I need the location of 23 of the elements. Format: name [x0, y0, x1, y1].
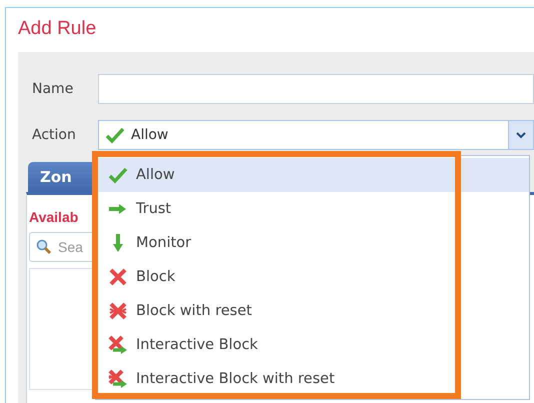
dropdown-option[interactable]: Allow	[96, 158, 529, 192]
cross-icon	[108, 267, 128, 287]
dialog-title: Add Rule	[18, 18, 98, 41]
action-value: Allow	[131, 127, 168, 143]
action-select[interactable]: Allow	[98, 120, 534, 150]
dropdown-option[interactable]: Trust	[96, 192, 529, 226]
search-icon	[36, 239, 52, 255]
dropdown-option[interactable]: Block	[96, 260, 529, 294]
name-label: Name	[31, 81, 74, 97]
dropdown-option[interactable]: Interactive Block with reset	[96, 362, 529, 396]
action-label: Action	[31, 127, 77, 143]
name-field[interactable]	[98, 74, 534, 104]
cross-arrow-icon	[108, 335, 128, 355]
cross-icon	[108, 301, 128, 321]
dropdown-option[interactable]: Monitor	[96, 226, 529, 260]
dropdown-option[interactable]: Interactive Block	[96, 328, 529, 362]
check-icon	[108, 165, 128, 185]
cross-arrow-icon	[108, 369, 128, 389]
dropdown-button[interactable]	[508, 121, 533, 149]
caret-icon	[516, 131, 526, 139]
dropdown-option[interactable]: Block with reset	[96, 294, 529, 328]
check-icon	[105, 125, 125, 145]
available-label: Availab	[29, 209, 78, 225]
